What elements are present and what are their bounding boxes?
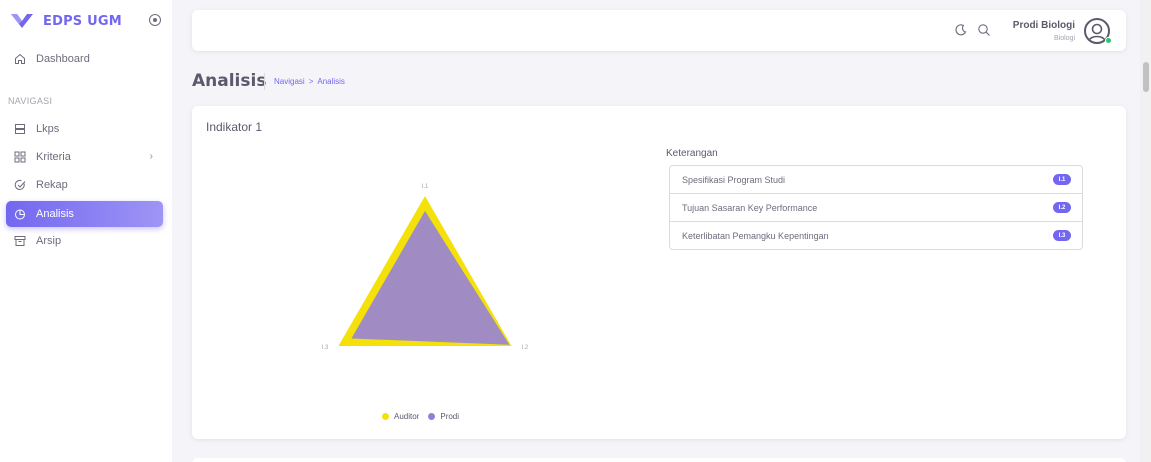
brand-name: EDPS UGM [43, 13, 122, 29]
moon-icon[interactable] [954, 23, 968, 37]
legend-swatch-prodi [428, 413, 436, 420]
home-icon [13, 52, 27, 66]
online-status-dot [1105, 37, 1112, 44]
keterangan-label: Tujuan Sasaran Key Performance [682, 202, 818, 213]
keterangan-list: Spesifikasi Program Studi I.1 Tujuan Sas… [669, 165, 1083, 250]
top-navbar: Prodi Biologi Biologi [192, 10, 1126, 51]
sidebar-item-label: Kriteria [36, 151, 71, 163]
list-item: Keterlibatan Pemangku Kepentingan I.3 [670, 222, 1082, 249]
radar-axis-label-i1: I.1 [422, 184, 429, 190]
sidebar-item-arsip[interactable]: Arsip [6, 228, 163, 254]
chevron-right-icon: › [149, 151, 153, 162]
grid-icon [13, 150, 27, 164]
list-item: Tujuan Sasaran Key Performance I.2 [670, 194, 1082, 222]
keterangan-badge: I.1 [1053, 174, 1071, 185]
pie-chart-icon [13, 207, 27, 221]
keterangan-label: Keterlibatan Pemangku Kepentingan [682, 230, 829, 241]
archive-icon [13, 234, 27, 248]
radar-axis-label-i2: I.2 [522, 345, 529, 351]
sidebar: EDPS UGM Dashboard NAVIGASI Lkps Kriteri… [0, 0, 172, 462]
sidebar-item-label: Rekap [36, 179, 68, 191]
sidebar-item-kriteria[interactable]: Kriteria › [6, 144, 163, 170]
list-item: Spesifikasi Program Studi I.1 [670, 166, 1082, 194]
radar-series-prodi [351, 211, 510, 345]
legend-label: Auditor [394, 412, 420, 421]
sidebar-item-label: Lkps [36, 123, 60, 135]
scrollbar-thumb[interactable] [1143, 62, 1149, 92]
legend-item-prodi[interactable]: Prodi [428, 412, 459, 421]
sidebar-item-label: Analisis [36, 208, 74, 220]
sidebar-item-lkps[interactable]: Lkps [6, 116, 163, 142]
legend-item-auditor[interactable]: Auditor [382, 412, 419, 421]
indikator-card: Indikator 1 I.1 I.2 I.3 Auditor Prodi Ke… [192, 106, 1126, 439]
legend-label: Prodi [440, 412, 460, 421]
card-title: Indikator 1 [206, 120, 263, 134]
legend-swatch-auditor [382, 413, 389, 420]
breadcrumb-item-navigasi[interactable]: Navigasi [274, 77, 305, 86]
radar-chart: I.1 I.2 I.3 [322, 184, 529, 351]
sidebar-item-label: Arsip [36, 235, 62, 247]
sidebar-item-analisis[interactable]: Analisis [6, 201, 163, 227]
breadcrumb: Navigasi > Analisis [274, 77, 345, 86]
keterangan-label: Spesifikasi Program Studi [682, 174, 786, 185]
sidebar-item-rekap[interactable]: Rekap [6, 172, 163, 198]
keterangan-badge: I.3 [1053, 230, 1071, 241]
brand[interactable]: EDPS UGM [10, 8, 162, 34]
user-role: Biologi [1053, 35, 1075, 42]
sidebar-item-dashboard[interactable]: Dashboard [6, 46, 163, 72]
breadcrumb-separator: > [308, 77, 314, 86]
page-title: Analisis [192, 71, 267, 91]
search-icon[interactable] [977, 23, 991, 37]
breadcrumb-item-analisis: Analisis [317, 77, 345, 86]
nav-heading: NAVIGASI [8, 96, 53, 106]
chart-legend: Auditor Prodi [382, 412, 468, 421]
sidebar-item-label: Dashboard [36, 53, 90, 65]
next-card [192, 458, 1126, 462]
scrollbar[interactable] [1140, 0, 1151, 462]
radar-axis-label-i3: I.3 [322, 345, 329, 351]
sidebar-toggle-icon[interactable] [149, 14, 161, 26]
brand-logo-icon [11, 14, 33, 28]
title-divider [264, 73, 265, 90]
keterangan-badge: I.2 [1053, 202, 1071, 213]
keterangan-title: Keterangan [666, 148, 718, 159]
list-icon [13, 122, 27, 136]
check-circle-icon [13, 178, 27, 192]
user-name[interactable]: Prodi Biologi [1013, 20, 1075, 31]
